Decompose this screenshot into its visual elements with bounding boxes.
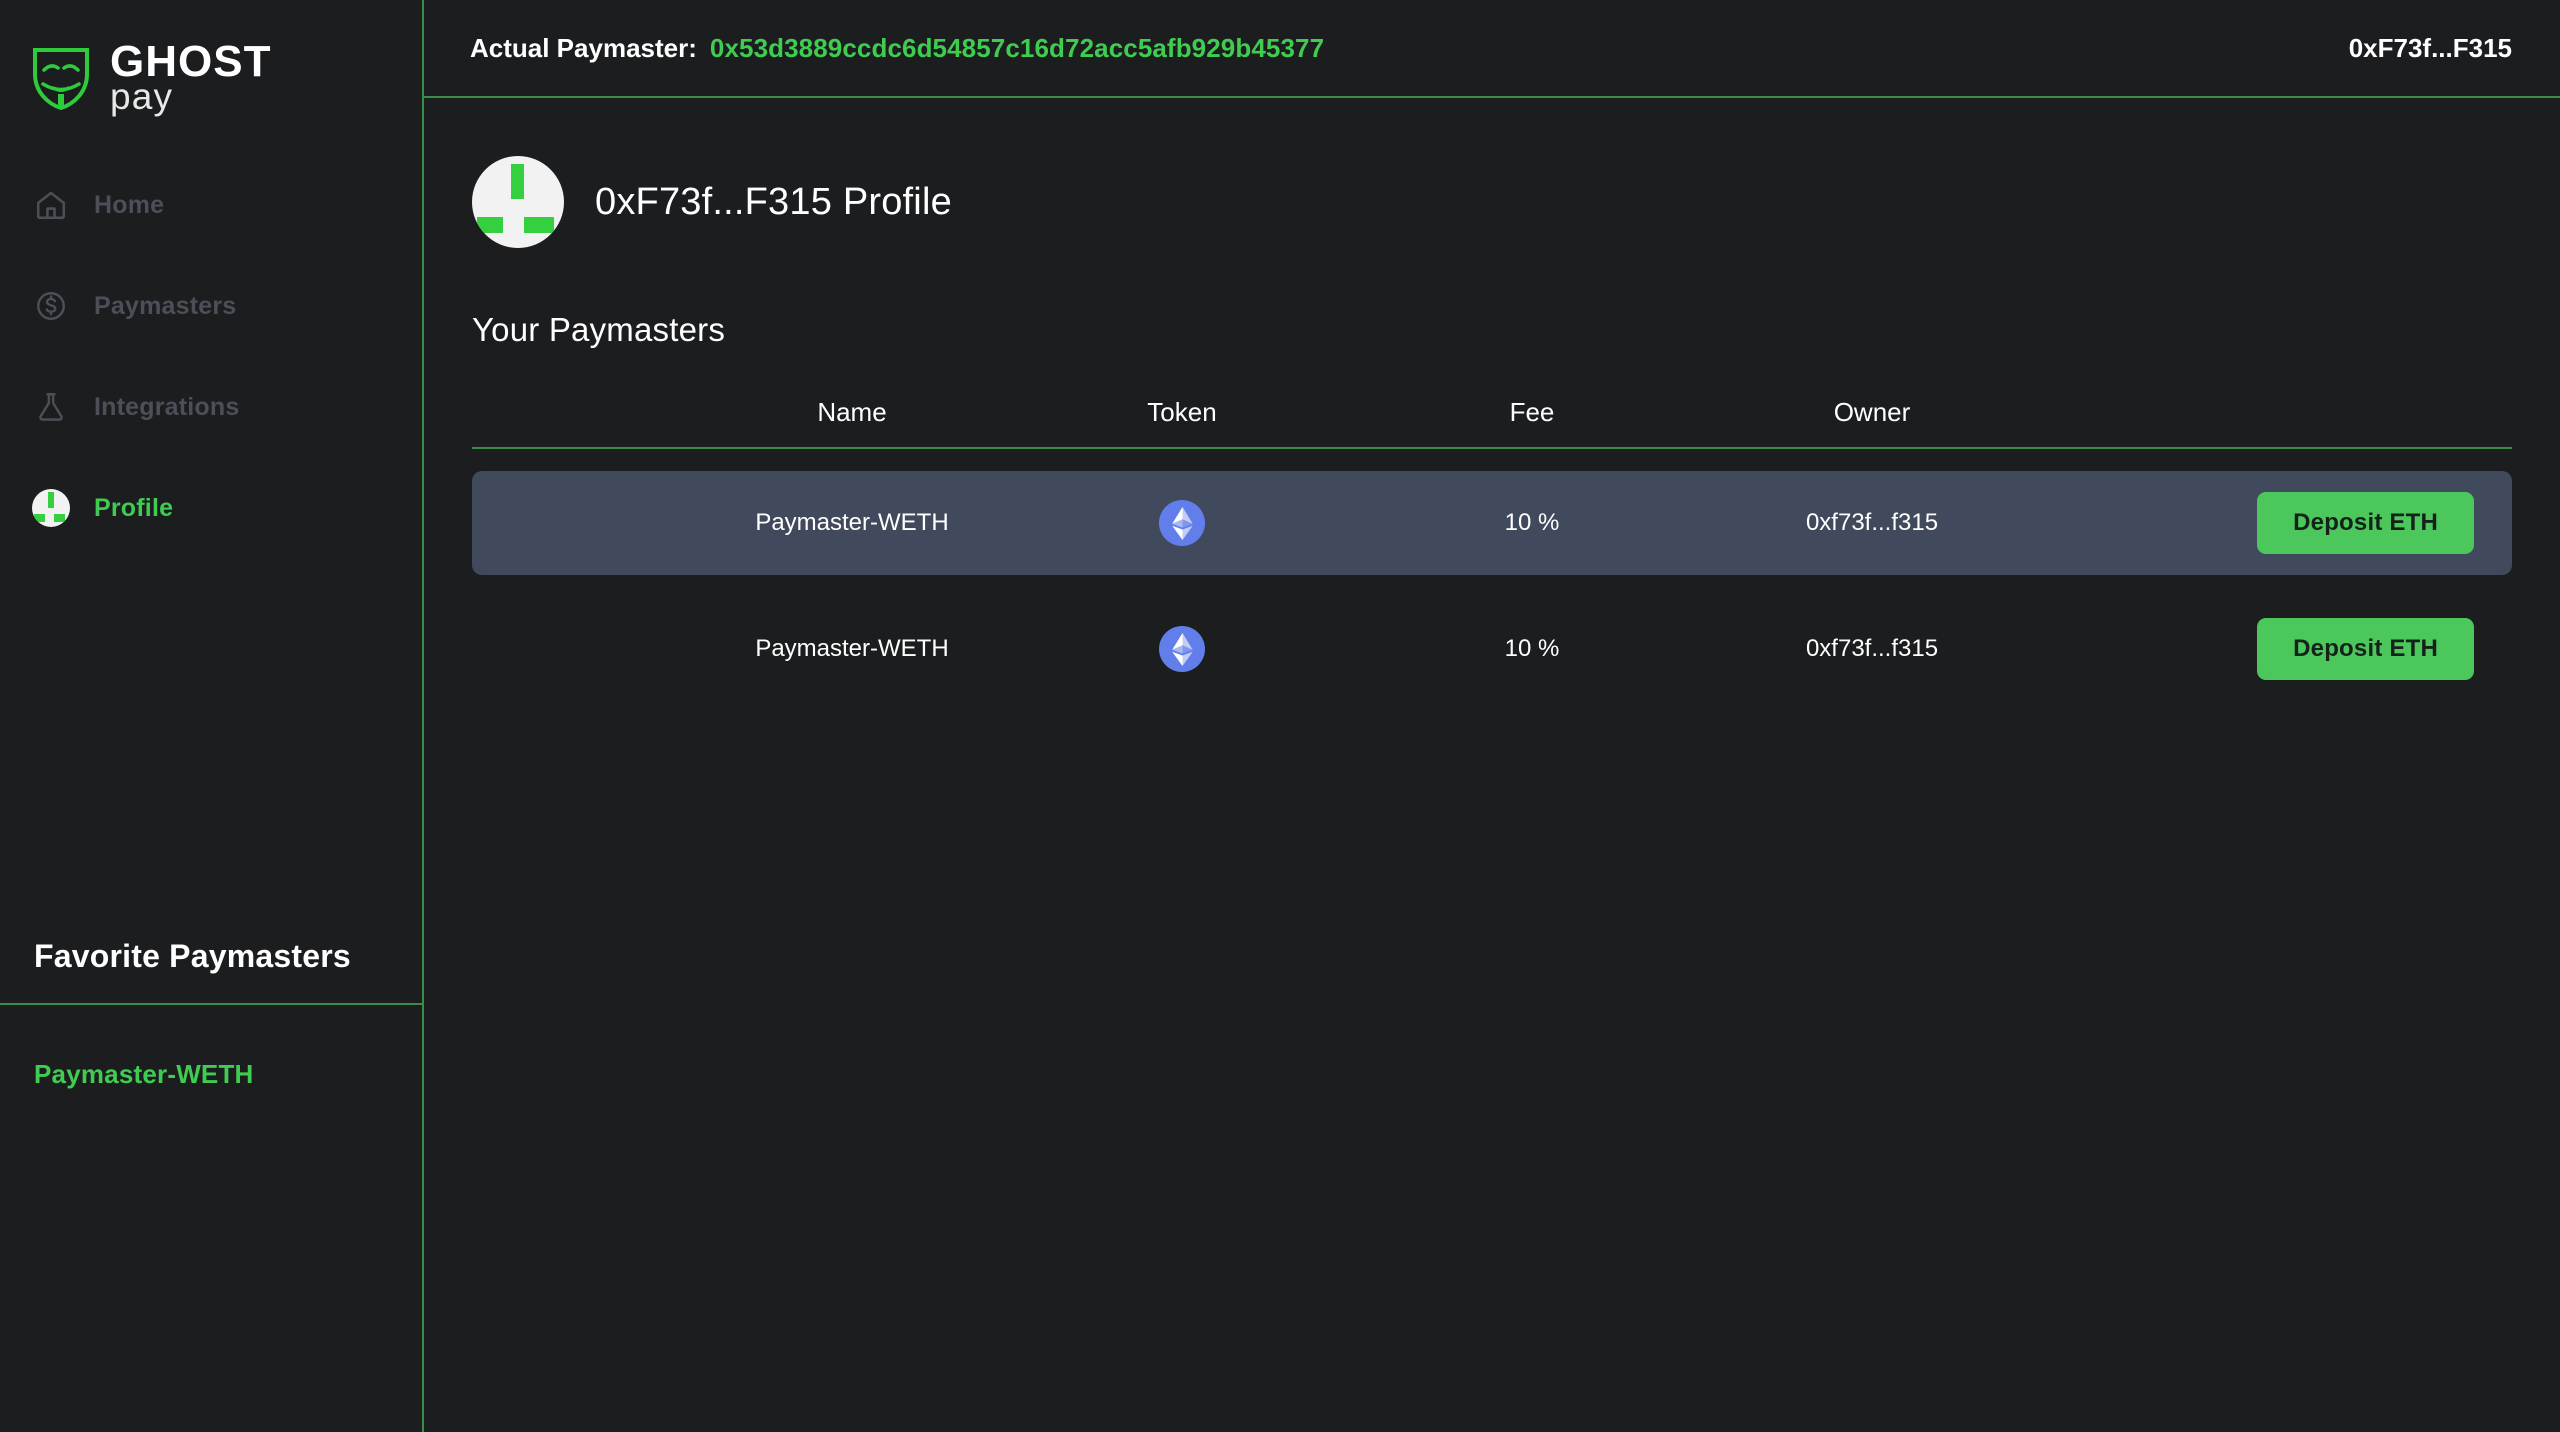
page-title: 0xF73f...F315 Profile (595, 180, 952, 223)
cell-owner: 0xf73f...f315 (1805, 509, 1939, 536)
ethereum-icon (1159, 626, 1205, 672)
cell-name: Paymaster-WETH (755, 509, 949, 536)
sidebar-item-paymasters[interactable]: Paymasters (0, 275, 422, 337)
favorite-paymasters-title: Favorite Paymasters (34, 938, 351, 974)
topbar: Actual Paymaster: 0x53d3889ccdc6d54857c1… (424, 0, 2560, 98)
cell-fee: 10 % (1504, 509, 1560, 536)
sidebar-item-home[interactable]: Home (0, 174, 422, 236)
actual-paymaster-address[interactable]: 0x53d3889ccdc6d54857c16d72acc5afb929b453… (710, 33, 1324, 64)
dollar-circle-icon (32, 287, 70, 325)
avatar-icon (32, 489, 70, 527)
column-header-name: Name (817, 397, 887, 427)
favorite-paymaster-item[interactable]: Paymaster-WETH (0, 1005, 422, 1090)
sidebar-item-label: Integrations (94, 392, 240, 421)
cell-fee: 10 % (1504, 635, 1560, 662)
column-header-fee: Fee (1509, 397, 1555, 427)
sidebar-item-label: Home (94, 190, 165, 219)
deposit-eth-button[interactable]: Deposit ETH (2257, 492, 2474, 554)
table-header-row: Name Token Fee Owner (472, 397, 2512, 449)
deposit-eth-button[interactable]: Deposit ETH (2257, 618, 2474, 680)
main-content: Actual Paymaster: 0x53d3889ccdc6d54857c1… (424, 0, 2560, 1432)
brand-name-bottom: pay (110, 75, 174, 117)
table-row[interactable]: Paymaster-WETH 10 % 0xf73f...f315 Deposi… (472, 597, 2512, 701)
cell-action: Deposit ETH (2042, 492, 2512, 554)
app-root: GHOST pay Home Paymasters Integrations P… (0, 0, 2560, 1432)
ethereum-icon (1159, 500, 1205, 546)
sidebar-item-label: Paymasters (94, 291, 237, 320)
cell-name: Paymaster-WETH (755, 635, 949, 662)
identicon-avatar (472, 156, 564, 248)
table-row[interactable]: Paymaster-WETH 10 % 0xf73f...f315 Deposi… (472, 471, 2512, 575)
sidebar-item-integrations[interactable]: Integrations (0, 376, 422, 438)
column-header-token: Token (1147, 397, 1217, 427)
paymasters-table: Name Token Fee Owner Paymaster-WETH 10 %… (472, 397, 2512, 701)
section-title: Your Paymasters (472, 311, 726, 348)
sidebar: GHOST pay Home Paymasters Integrations P… (0, 0, 424, 1432)
brand-wordmark: GHOST pay (110, 39, 271, 117)
actual-paymaster-group: Actual Paymaster: 0x53d3889ccdc6d54857c1… (470, 33, 1324, 64)
home-icon (32, 186, 70, 224)
brand-logo[interactable]: GHOST pay (0, 0, 422, 118)
sidebar-item-label: Profile (94, 493, 174, 522)
cell-token (1002, 500, 1362, 546)
actual-paymaster-label: Actual Paymaster: (470, 32, 697, 63)
cell-owner: 0xf73f...f315 (1805, 635, 1939, 662)
sidebar-item-profile[interactable]: Profile (0, 477, 422, 539)
ghost-mask-icon (30, 44, 92, 111)
profile-header: 0xF73f...F315 Profile (472, 156, 2512, 248)
connected-wallet-address[interactable]: 0xF73f...F315 (2349, 33, 2512, 64)
content-area: 0xF73f...F315 Profile Your Paymasters Na… (424, 98, 2560, 701)
sidebar-nav: Home Paymasters Integrations Profile (0, 174, 422, 578)
flask-icon (32, 388, 70, 426)
cell-action: Deposit ETH (2042, 618, 2512, 680)
cell-token (1002, 626, 1362, 672)
favorite-paymasters-section: Favorite Paymasters Paymaster-WETH (0, 938, 422, 1090)
column-header-owner: Owner (1833, 397, 1911, 427)
